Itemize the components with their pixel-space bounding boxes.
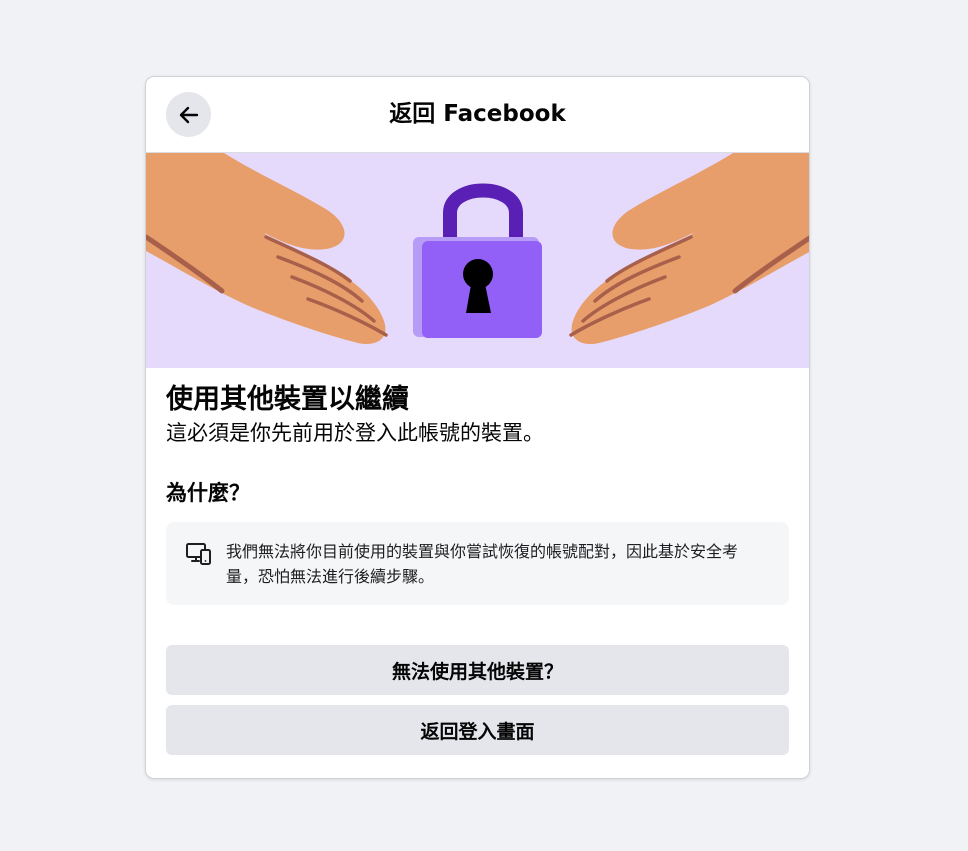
why-heading: 為什麼？ [166, 481, 250, 505]
left-hand-icon [146, 153, 388, 345]
page-title: 使用其他裝置以繼續 [166, 384, 409, 415]
cannot-use-other-device-button[interactable]: 無法使用其他裝置？ [166, 645, 789, 695]
page-subtitle: 這必須是你先前用於登入此帳號的裝置。 [166, 421, 544, 445]
info-text: 我們無法將你目前使用的裝置與你嘗試恢復的帳號配對，因此基於安全考量，恐怕無法進行… [226, 542, 739, 586]
recovery-card: 返回 Facebook 使用其他裝置以繼續 這必須是你先前用於登入此帳號的裝置。… [145, 76, 810, 779]
info-box: 我們無法將你目前使用的裝置與你嘗試恢復的帳號配對，因此基於安全考量，恐怕無法進行… [166, 522, 789, 605]
right-hand-icon [569, 153, 809, 344]
devices-icon [186, 543, 211, 565]
padlock-icon [413, 183, 542, 338]
header-title: 返回 Facebook [389, 101, 566, 127]
banner-illustration [146, 153, 809, 368]
back-to-login-button[interactable]: 返回登入畫面 [166, 705, 789, 755]
card-content: 使用其他裝置以繼續 這必須是你先前用於登入此帳號的裝置。 為什麼？ 我們無法將你… [146, 368, 809, 755]
card-header: 返回 Facebook [146, 77, 809, 153]
